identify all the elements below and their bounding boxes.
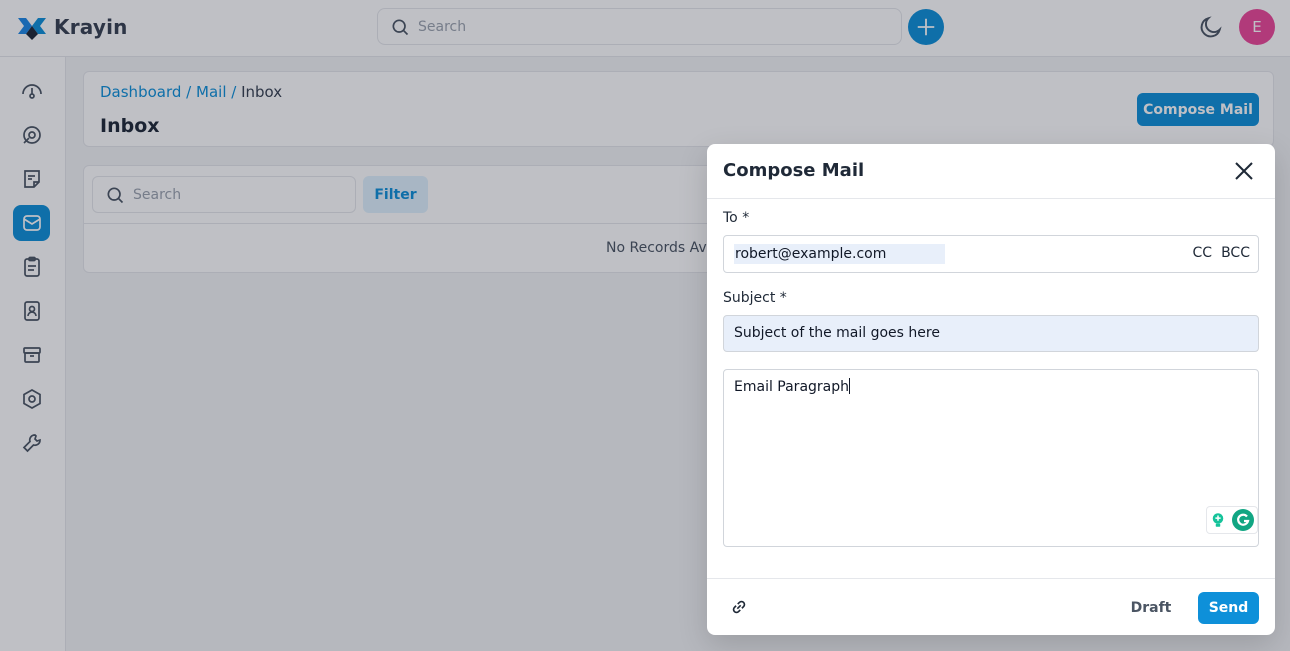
cc-bcc-toggles: CC BCC — [1193, 245, 1250, 261]
recipient-chip[interactable]: robert@example.com — [734, 244, 945, 264]
grammarly-widget[interactable] — [1206, 506, 1258, 534]
subject-input[interactable]: Subject of the mail goes here — [723, 315, 1259, 352]
subject-label: Subject * — [723, 290, 787, 306]
close-icon[interactable] — [1232, 159, 1256, 183]
compose-mail-modal: Compose Mail To * robert@example.com CC … — [707, 144, 1275, 635]
text-caret — [849, 378, 851, 394]
grammarly-icon — [1232, 509, 1254, 531]
to-field[interactable]: robert@example.com CC BCC — [723, 235, 1259, 273]
draft-button[interactable]: Draft — [1125, 592, 1177, 624]
send-button[interactable]: Send — [1198, 592, 1259, 624]
bcc-toggle[interactable]: BCC — [1221, 245, 1250, 261]
body-textarea[interactable]: Email Paragraph — [723, 369, 1259, 547]
to-label: To * — [723, 210, 750, 226]
lightbulb-icon — [1212, 513, 1224, 527]
divider — [707, 198, 1275, 199]
attachment-icon[interactable] — [729, 597, 749, 617]
modal-title: Compose Mail — [723, 160, 865, 181]
cc-toggle[interactable]: CC — [1193, 245, 1213, 261]
body-text: Email Paragraph — [734, 379, 850, 395]
divider — [707, 578, 1275, 579]
